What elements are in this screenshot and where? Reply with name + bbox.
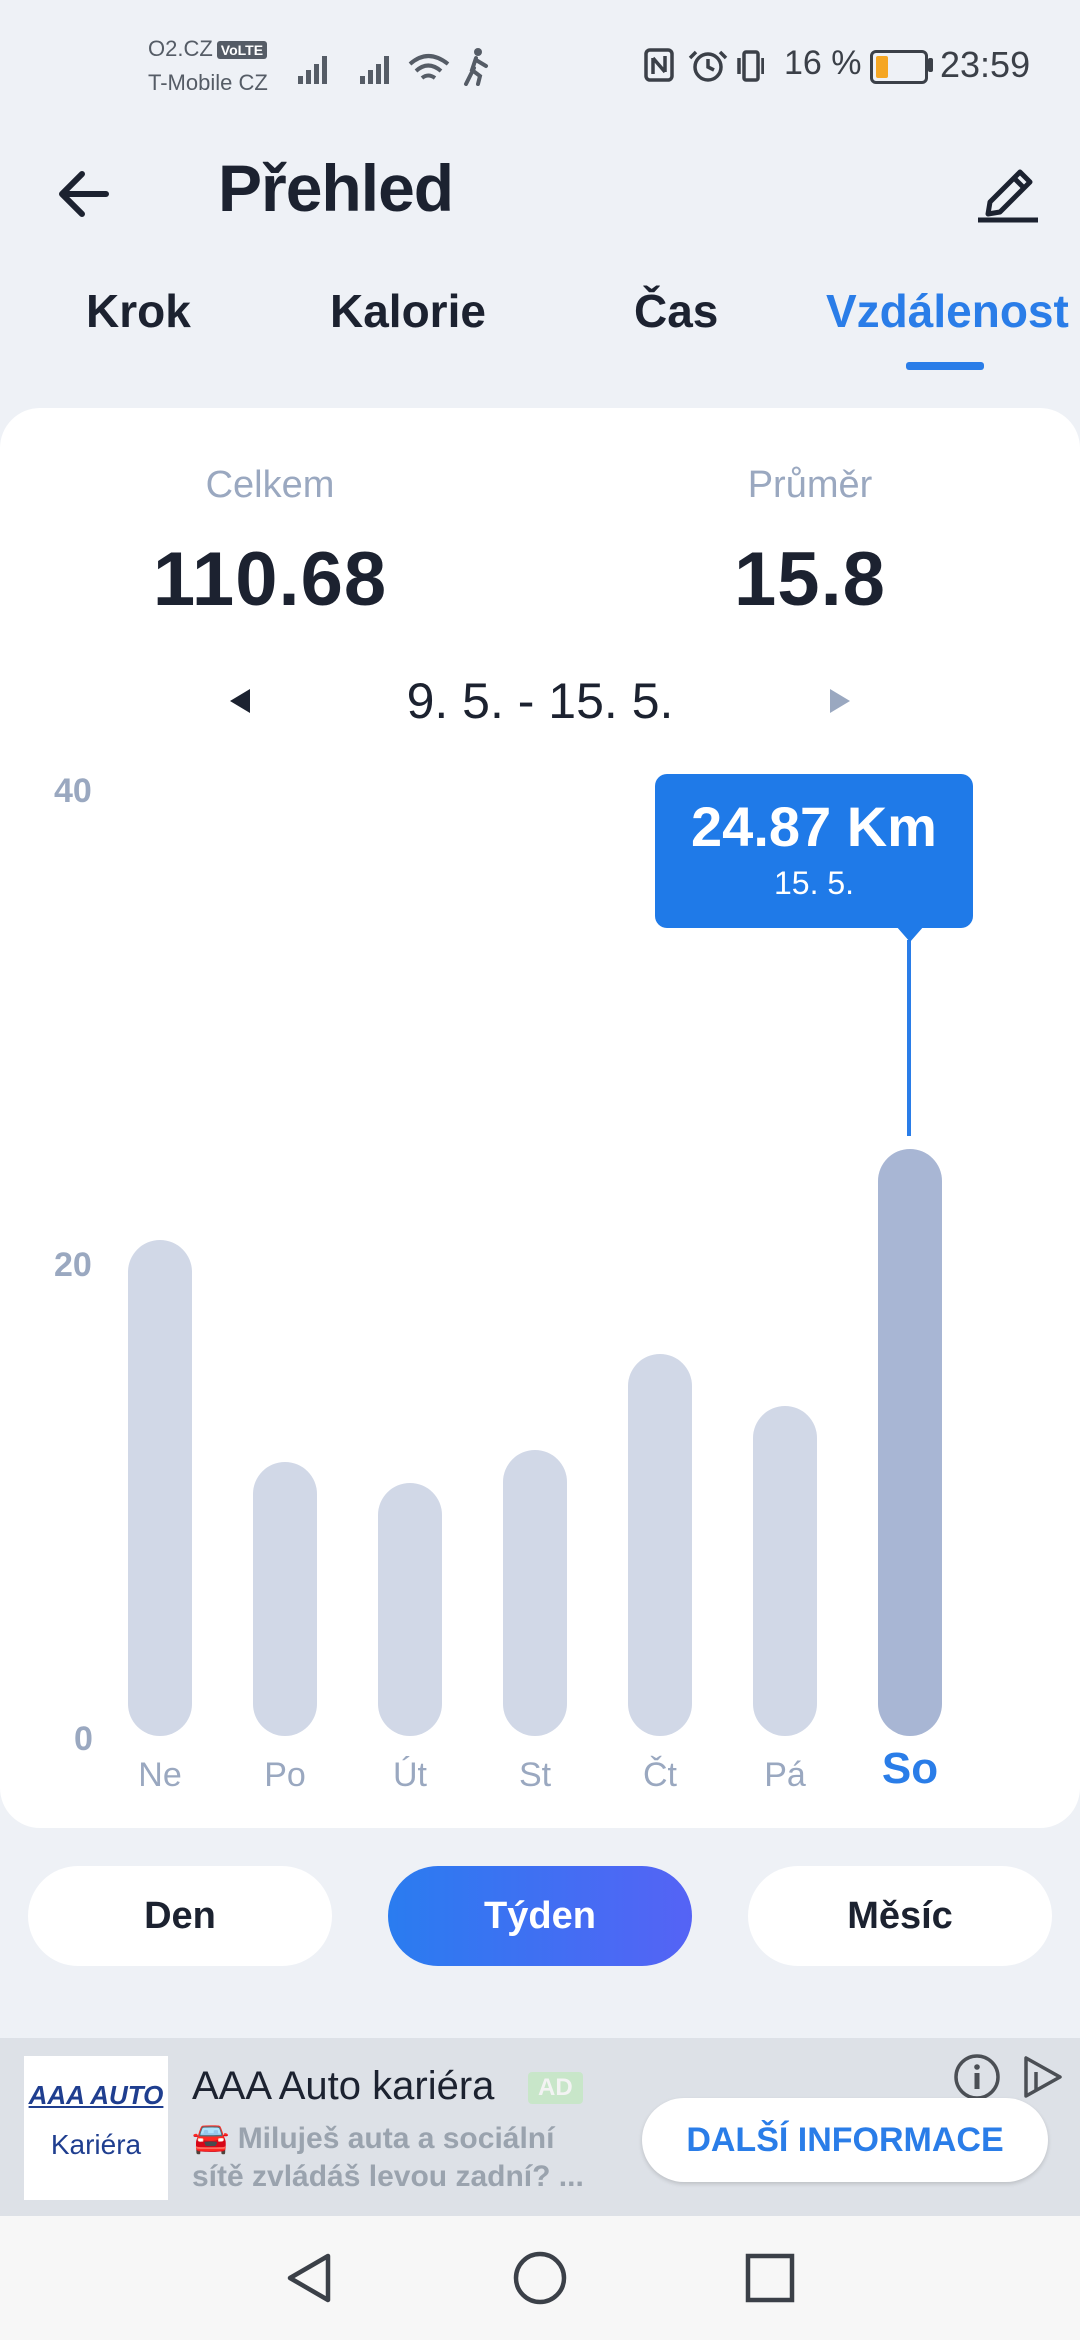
- adchoices-icon[interactable]: [1020, 2052, 1070, 2102]
- volte-badge: VoLTE: [216, 41, 268, 60]
- y-tick-40: 40: [54, 772, 92, 810]
- carrier-2-label: T-Mobile CZ: [148, 70, 268, 95]
- tab-vzdalenost[interactable]: Vzdálenost: [826, 284, 1069, 338]
- edit-pencil-icon[interactable]: [976, 158, 1040, 224]
- next-week-icon[interactable]: [824, 686, 854, 716]
- ad-description-line-2: sítě zvládáš levou zadní? ...: [192, 2160, 584, 2193]
- period-week-button[interactable]: Týden: [388, 1866, 692, 1966]
- nfc-alarm-vibrate-icons: [644, 48, 764, 82]
- tab-krok[interactable]: Krok: [86, 284, 191, 338]
- ad-description-line-1: 🚘 Miluješ auta a sociální: [192, 2122, 555, 2155]
- average-label: Průměr: [747, 464, 873, 506]
- page-title: Přehled: [218, 151, 454, 225]
- ad-logo-top: AAA AUTO: [28, 2080, 164, 2110]
- total-label: Celkem: [205, 464, 335, 506]
- battery-icon: [870, 50, 928, 84]
- back-arrow-icon[interactable]: [56, 166, 112, 222]
- tab-cas[interactable]: Čas: [634, 284, 718, 338]
- clock: 23:59: [940, 44, 1031, 85]
- tooltip-date: 15. 5.: [773, 865, 855, 901]
- tab-kalorie[interactable]: Kalorie: [330, 284, 486, 338]
- ad-logo-bottom: Kariéra: [50, 2129, 142, 2160]
- period-month-button[interactable]: Měsíc: [748, 1866, 1052, 1966]
- nav-recents-icon[interactable]: [744, 2252, 796, 2304]
- carrier-1-label: O2.CZ: [148, 36, 213, 61]
- value-tooltip: 24.87 Km 15. 5.: [655, 774, 973, 928]
- ad-badge: AD: [528, 2072, 583, 2104]
- carrier-1: O2.CZ VoLTE: [148, 34, 268, 64]
- y-tick-20: 20: [54, 1246, 92, 1284]
- date-range: 9. 5. - 15. 5.: [406, 673, 674, 729]
- nav-back-icon[interactable]: [282, 2250, 338, 2306]
- prev-week-icon[interactable]: [226, 686, 256, 716]
- total-value: 110.68: [152, 537, 388, 622]
- ad-logo: AAA AUTO Kariéra: [24, 2056, 168, 2200]
- tooltip-pointer: [896, 926, 924, 942]
- period-day-button[interactable]: Den: [28, 1866, 332, 1966]
- nav-home-icon[interactable]: [512, 2250, 568, 2306]
- active-tab-indicator: [906, 362, 984, 370]
- battery-tip: [928, 58, 933, 72]
- tooltip-line: [907, 940, 911, 1136]
- signal-wifi-icons: [298, 48, 488, 86]
- average-value: 15.8: [734, 537, 886, 622]
- ad-cta-button[interactable]: DALŠÍ INFORMACE: [642, 2098, 1048, 2182]
- tooltip-value: 24.87 Km: [691, 795, 937, 858]
- info-icon[interactable]: [952, 2052, 1002, 2102]
- battery-percent: 16 %: [784, 44, 862, 82]
- ad-title: AAA Auto kariéra: [192, 2064, 495, 2108]
- y-tick-0: 0: [74, 1720, 93, 1758]
